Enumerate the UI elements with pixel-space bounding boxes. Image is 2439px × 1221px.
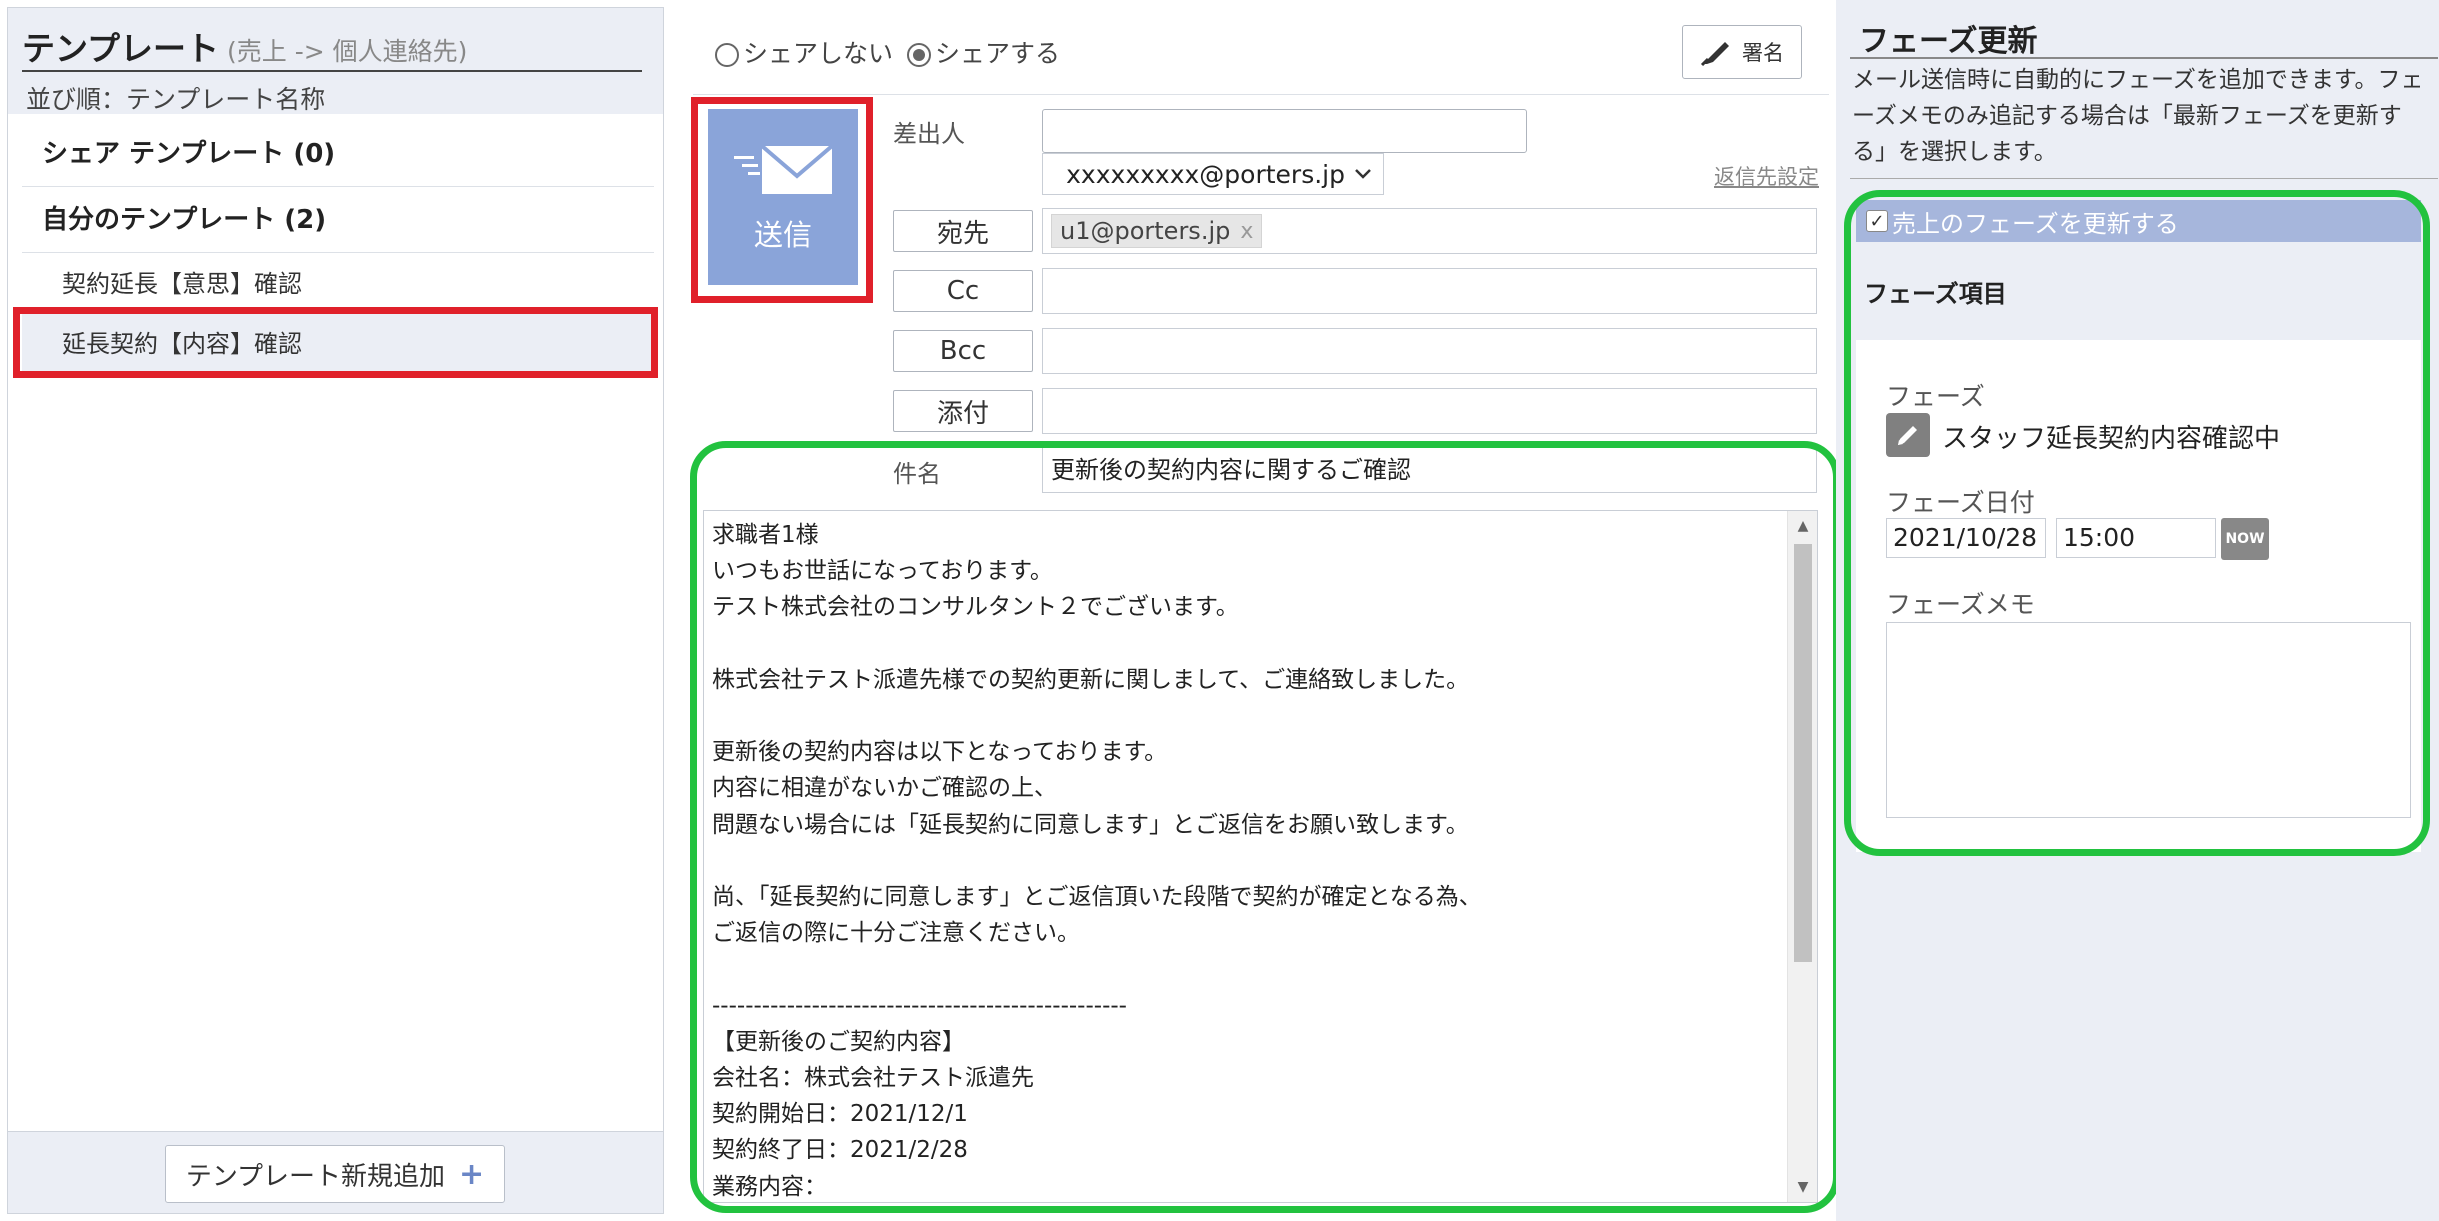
shared-templates-group[interactable]: シェア テンプレート (0) xyxy=(22,121,654,187)
sort-order-label[interactable]: 並び順：テンプレート名称 xyxy=(26,80,325,116)
template-panel-header: テンプレート (売上 -> 個人連絡先) 並び順：テンプレート名称 xyxy=(8,8,663,114)
template-title-row: テンプレート (売上 -> 個人連絡先) xyxy=(22,22,642,72)
highlight-phase-section xyxy=(1844,190,2430,856)
share-options: シェアしない シェアする xyxy=(715,34,1060,70)
close-icon[interactable]: x xyxy=(1240,219,1253,244)
highlight-subject-body xyxy=(690,441,1840,1213)
template-panel: テンプレート (売上 -> 個人連絡先) 並び順：テンプレート名称 シェア テンプ… xyxy=(7,7,664,1214)
template-panel-title: テンプレート xyxy=(22,29,220,68)
attach-input[interactable] xyxy=(1042,388,1817,434)
radio-on-icon xyxy=(907,43,932,67)
cc-input[interactable] xyxy=(1042,268,1817,314)
highlight-send-button xyxy=(691,97,873,303)
plus-icon: + xyxy=(459,1156,485,1192)
sender-address-value: xxxxxxxxx@porters.jp xyxy=(1066,159,1345,189)
phase-update-title: フェーズ更新 xyxy=(1859,24,2038,59)
divider xyxy=(1850,57,2438,59)
sender-name-input[interactable] xyxy=(1042,109,1527,153)
pen-icon xyxy=(1700,40,1731,67)
add-template-label: テンプレート新規追加 xyxy=(185,1161,446,1192)
radio-off-icon xyxy=(715,43,739,67)
compose-panel: シェアしない シェアする 署名 送信 差出人 xxxxxxxxx@porters… xyxy=(673,0,1840,1221)
phase-update-panel: フェーズ更新 メール送信時に自動的にフェーズを追加できます。フェーズメモのみ追記… xyxy=(1836,0,2439,1221)
sender-address-select[interactable]: xxxxxxxxx@porters.jp xyxy=(1042,153,1384,195)
highlight-selected-template xyxy=(13,307,658,378)
share-on-radio[interactable]: シェアする xyxy=(907,34,1060,70)
reply-settings-link[interactable]: 返信先設定 xyxy=(1714,161,1819,191)
template-panel-footer: テンプレート新規追加 + xyxy=(8,1131,663,1213)
share-on-label: シェアする xyxy=(935,39,1061,68)
signature-button[interactable]: 署名 xyxy=(1682,25,1802,79)
recipient-chip: u1@porters.jp x xyxy=(1051,214,1263,248)
divider xyxy=(1850,178,2438,179)
to-button[interactable]: 宛先 xyxy=(893,210,1033,252)
sender-label: 差出人 xyxy=(893,120,965,148)
divider xyxy=(693,94,1829,95)
template-item[interactable]: 契約延長【意思】確認 xyxy=(22,254,654,314)
share-off-label: シェアしない xyxy=(743,39,894,68)
bcc-button[interactable]: Bcc xyxy=(893,330,1033,372)
cc-button[interactable]: Cc xyxy=(893,270,1033,312)
recipient-address: u1@porters.jp xyxy=(1060,217,1231,245)
signature-label: 署名 xyxy=(1742,41,1784,65)
share-off-radio[interactable]: シェアしない xyxy=(715,34,893,70)
template-panel-subtitle: (売上 -> 個人連絡先) xyxy=(227,37,468,66)
chevron-down-icon xyxy=(1355,169,1371,179)
phase-update-description: メール送信時に自動的にフェーズを追加できます。フェーズメモのみ追記する場合は「最… xyxy=(1852,67,2424,165)
add-template-button[interactable]: テンプレート新規追加 + xyxy=(165,1145,505,1203)
bcc-input[interactable] xyxy=(1042,328,1817,374)
attach-button[interactable]: 添付 xyxy=(893,390,1033,432)
my-templates-group[interactable]: 自分のテンプレート (2) xyxy=(22,187,654,253)
